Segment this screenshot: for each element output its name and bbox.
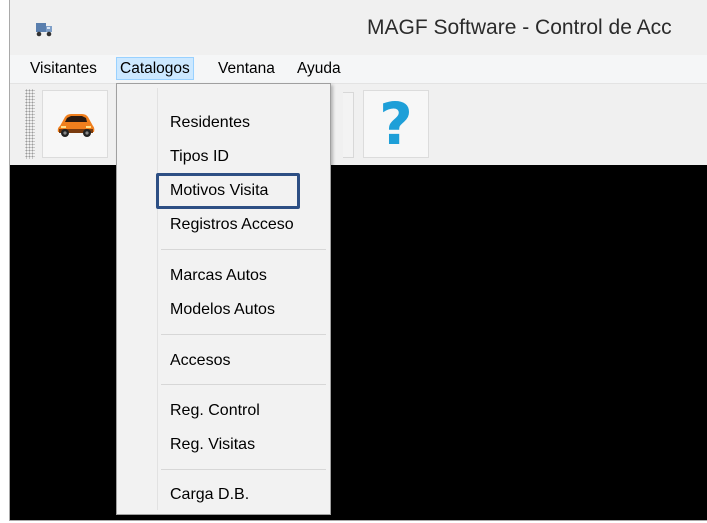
menu-ayuda[interactable]: Ayuda [294, 57, 344, 80]
car-icon [56, 109, 96, 144]
window-title: MAGF Software - Control de Acc [367, 16, 672, 39]
menu-item-marcas-autos[interactable]: Marcas Autos [170, 263, 267, 289]
app-window: MAGF Software - Control de Acc Visitante… [9, 0, 707, 521]
menu-separator [161, 334, 326, 335]
catalogos-dropdown: Residentes Tipos ID Motivos Visita Regis… [116, 83, 331, 515]
menu-item-tipos-id[interactable]: Tipos ID [170, 144, 229, 170]
menu-separator [161, 469, 326, 470]
menu-separator [161, 384, 326, 385]
help-icon: ? [379, 90, 413, 158]
menu-bar: Visitantes Catalogos Ventana Ayuda [10, 55, 707, 84]
menu-separator [161, 249, 326, 250]
visitors-car-button[interactable] [42, 90, 108, 158]
menu-item-registros-acceso[interactable]: Registros Acceso [170, 212, 294, 238]
menu-catalogos[interactable]: Catalogos [116, 57, 194, 80]
mdi-workspace[interactable] [10, 165, 707, 520]
highlight-annotation-box [156, 173, 300, 209]
help-button[interactable]: ? [363, 90, 429, 158]
toolbar: ? [10, 84, 707, 164]
menu-item-accesos[interactable]: Accesos [170, 348, 230, 374]
truck-icon [34, 20, 54, 38]
toolbar-grip[interactable] [25, 89, 35, 159]
menu-ventana[interactable]: Ventana [215, 57, 278, 80]
menu-item-carga-db[interactable]: Carga D.B. [170, 482, 249, 508]
title-bar[interactable]: MAGF Software - Control de Acc [10, 0, 707, 55]
menu-item-reg-visitas[interactable]: Reg. Visitas [170, 432, 255, 458]
toolbar-separator [343, 92, 354, 158]
menu-item-modelos-autos[interactable]: Modelos Autos [170, 297, 275, 323]
menu-item-residentes[interactable]: Residentes [170, 110, 250, 136]
menu-item-reg-control[interactable]: Reg. Control [170, 398, 260, 424]
menu-visitantes[interactable]: Visitantes [27, 57, 100, 80]
menu-icon-gutter [157, 88, 158, 510]
